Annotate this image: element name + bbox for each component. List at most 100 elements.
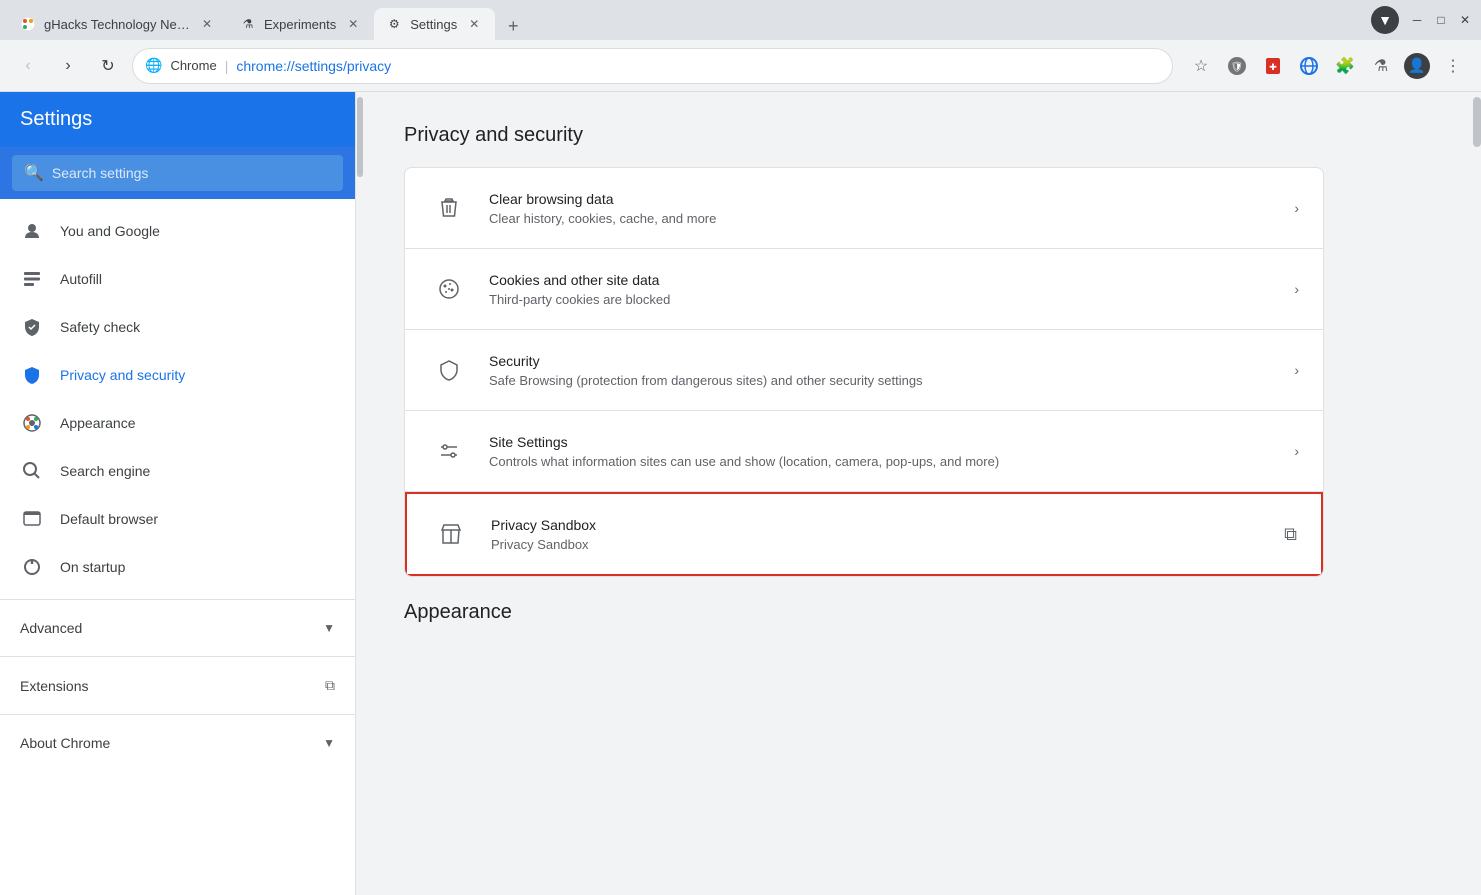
search-box[interactable]: 🔍 bbox=[12, 155, 343, 191]
privacy-security-card: Clear browsing data Clear history, cooki… bbox=[404, 167, 1324, 577]
sidebar-divider-3 bbox=[0, 714, 355, 715]
minimize-button[interactable]: ─ bbox=[1409, 12, 1425, 28]
on-startup-icon bbox=[20, 555, 44, 579]
profile-avatar: ▼ bbox=[1371, 6, 1399, 34]
sidebar-item-appearance[interactable]: Appearance bbox=[0, 399, 355, 447]
person-icon bbox=[20, 219, 44, 243]
sidebar-search-area: 🔍 bbox=[0, 147, 355, 199]
menu-icon[interactable]: ⋮ bbox=[1437, 50, 1469, 82]
content-scrollbar[interactable] bbox=[1469, 92, 1481, 895]
sidebar-header: Settings bbox=[0, 92, 355, 147]
titlebar-profile-icon[interactable]: ▼ bbox=[1369, 4, 1401, 36]
search-icon: 🔍 bbox=[24, 163, 44, 183]
site-settings-title: Site Settings bbox=[489, 434, 1274, 450]
address-favicon: 🌐 bbox=[145, 57, 162, 74]
address-bar-row: ‹ › ↻ 🌐 Chrome | chrome://settings/priva… bbox=[0, 40, 1481, 92]
trash-icon bbox=[429, 188, 469, 228]
settings-item-site-settings[interactable]: Site Settings Controls what information … bbox=[405, 411, 1323, 492]
sidebar-item-label-search-engine: Search engine bbox=[60, 463, 150, 479]
site-settings-arrow: › bbox=[1294, 443, 1299, 459]
tab-experiments[interactable]: ⚗ Experiments ✕ bbox=[228, 8, 374, 40]
content-area: Privacy and security Clear browsing data… bbox=[364, 92, 1469, 895]
sidebar-item-about-chrome[interactable]: About Chrome ▼ bbox=[0, 723, 355, 763]
flask-icon[interactable]: ⚗ bbox=[1365, 50, 1397, 82]
privacy-sandbox-title: Privacy Sandbox bbox=[491, 517, 1264, 533]
appearance-section-title: Appearance bbox=[404, 601, 1324, 624]
url-suffix: /privacy bbox=[343, 58, 391, 74]
extensions-external-icon: ⧉ bbox=[325, 677, 335, 694]
privacy-sandbox-text: Privacy Sandbox Privacy Sandbox bbox=[491, 517, 1264, 552]
settings-item-security[interactable]: Security Safe Browsing (protection from … bbox=[405, 330, 1323, 411]
search-input[interactable] bbox=[52, 165, 331, 181]
svg-text:✚: ✚ bbox=[1269, 62, 1277, 72]
tab-close-ghacks[interactable]: ✕ bbox=[198, 15, 216, 33]
globe-icon[interactable] bbox=[1293, 50, 1325, 82]
back-button[interactable]: ‹ bbox=[12, 50, 44, 82]
tab-close-experiments[interactable]: ✕ bbox=[344, 15, 362, 33]
settings-item-privacy-sandbox[interactable]: Privacy Sandbox Privacy Sandbox ⧉ bbox=[405, 492, 1323, 576]
shield-icon-2[interactable]: ✚ bbox=[1257, 50, 1289, 82]
url-prefix: chrome:// bbox=[236, 58, 294, 74]
sidebar: Settings 🔍 You and Google bbox=[0, 92, 356, 895]
sidebar-item-search-engine[interactable]: Search engine bbox=[0, 447, 355, 495]
cookie-icon bbox=[429, 269, 469, 309]
sidebar-advanced-section[interactable]: Advanced ▼ bbox=[0, 608, 355, 648]
forward-button[interactable]: › bbox=[52, 50, 84, 82]
sidebar-item-privacy-security[interactable]: Privacy and security bbox=[0, 351, 355, 399]
default-browser-icon bbox=[20, 507, 44, 531]
sidebar-item-you-and-google[interactable]: You and Google bbox=[0, 207, 355, 255]
sidebar-item-safety-check[interactable]: Safety check bbox=[0, 303, 355, 351]
settings-item-cookies[interactable]: Cookies and other site data Third-party … bbox=[405, 249, 1323, 330]
clear-browsing-arrow: › bbox=[1294, 200, 1299, 216]
sidebar-item-label-appearance: Appearance bbox=[60, 415, 136, 431]
reload-button[interactable]: ↻ bbox=[92, 50, 124, 82]
sidebar-item-label-autofill: Autofill bbox=[60, 271, 102, 287]
sidebar-item-extensions[interactable]: Extensions ⧉ bbox=[0, 665, 355, 706]
privacy-sandbox-subtitle: Privacy Sandbox bbox=[491, 537, 1264, 552]
settings-item-clear-browsing[interactable]: Clear browsing data Clear history, cooki… bbox=[405, 168, 1323, 249]
clear-browsing-text: Clear browsing data Clear history, cooki… bbox=[489, 191, 1274, 226]
sidebar-item-label-default-browser: Default browser bbox=[60, 511, 158, 527]
clear-browsing-title: Clear browsing data bbox=[489, 191, 1274, 207]
close-button[interactable]: ✕ bbox=[1457, 12, 1473, 28]
about-chrome-label: About Chrome bbox=[20, 735, 110, 751]
site-settings-subtitle: Controls what information sites can use … bbox=[489, 454, 1274, 469]
window-controls: ─ □ ✕ bbox=[1409, 12, 1473, 28]
tab-favicon-experiments: ⚗ bbox=[240, 16, 256, 32]
bookmark-icon[interactable]: ☆ bbox=[1185, 50, 1217, 82]
tab-settings[interactable]: ⚙ Settings ✕ bbox=[374, 8, 495, 40]
sidebar-title: Settings bbox=[20, 108, 92, 130]
security-subtitle: Safe Browsing (protection from dangerous… bbox=[489, 373, 1274, 388]
shield-icon-1[interactable]: 🛡 bbox=[1221, 50, 1253, 82]
puzzle-icon[interactable]: 🧩 bbox=[1329, 50, 1361, 82]
tab-label-experiments: Experiments bbox=[264, 17, 336, 32]
maximize-button[interactable]: □ bbox=[1433, 12, 1449, 28]
tab-bar: gHacks Technology News ✕ ⚗ Experiments ✕… bbox=[8, 0, 1369, 40]
sidebar-item-label-safety-check: Safety check bbox=[60, 319, 140, 335]
url-highlight: settings bbox=[295, 58, 343, 74]
search-engine-icon bbox=[20, 459, 44, 483]
cookies-arrow: › bbox=[1294, 281, 1299, 297]
security-title: Security bbox=[489, 353, 1274, 369]
cookies-title: Cookies and other site data bbox=[489, 272, 1274, 288]
content-inner: Privacy and security Clear browsing data… bbox=[364, 92, 1364, 676]
tab-label-ghacks: gHacks Technology News bbox=[44, 17, 190, 32]
svg-text:🛡: 🛡 bbox=[1231, 61, 1244, 73]
address-bar[interactable]: 🌐 Chrome | chrome://settings/privacy bbox=[132, 48, 1173, 84]
extensions-label: Extensions bbox=[20, 678, 88, 694]
address-brand: Chrome bbox=[170, 58, 216, 73]
address-separator: | bbox=[225, 58, 229, 74]
tab-ghacks[interactable]: gHacks Technology News ✕ bbox=[8, 8, 228, 40]
sidebar-item-autofill[interactable]: Autofill bbox=[0, 255, 355, 303]
appearance-icon bbox=[20, 411, 44, 435]
new-tab-button[interactable]: + bbox=[499, 12, 527, 40]
sidebar-item-on-startup[interactable]: On startup bbox=[0, 543, 355, 591]
sidebar-scrollbar[interactable] bbox=[356, 92, 364, 895]
sidebar-item-default-browser[interactable]: Default browser bbox=[0, 495, 355, 543]
tab-close-settings[interactable]: ✕ bbox=[465, 15, 483, 33]
tab-favicon-settings: ⚙ bbox=[386, 16, 402, 32]
account-icon[interactable]: 👤 bbox=[1401, 50, 1433, 82]
safety-check-icon bbox=[20, 315, 44, 339]
cookies-subtitle: Third-party cookies are blocked bbox=[489, 292, 1274, 307]
privacy-sandbox-external-icon: ⧉ bbox=[1284, 524, 1297, 545]
